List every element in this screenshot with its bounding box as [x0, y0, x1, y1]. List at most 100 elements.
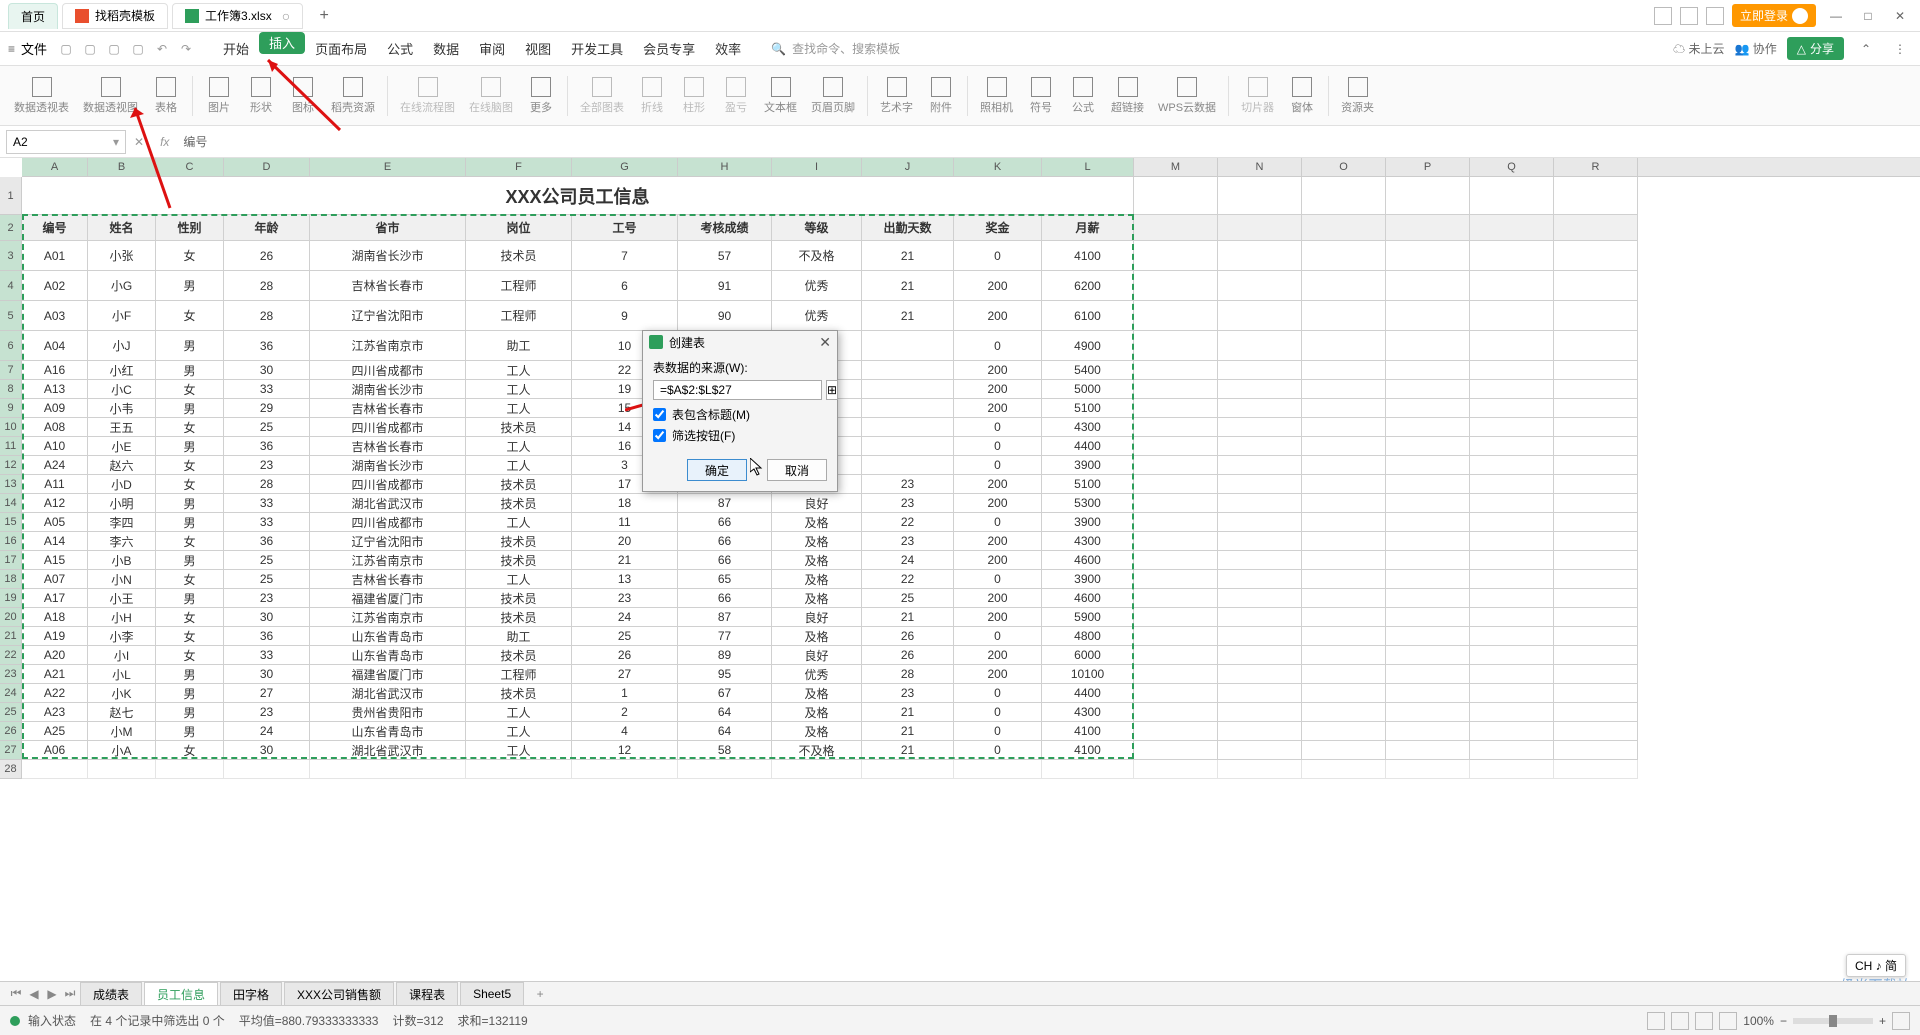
cell[interactable] [1042, 760, 1134, 779]
print-icon[interactable]: ▢ [105, 40, 123, 58]
cell[interactable] [1470, 177, 1554, 215]
col-header[interactable]: J [862, 158, 954, 176]
cell[interactable] [1218, 399, 1302, 418]
cell[interactable] [1554, 475, 1638, 494]
cell[interactable] [1386, 475, 1470, 494]
cell[interactable] [1386, 722, 1470, 741]
cell[interactable] [1554, 627, 1638, 646]
cell[interactable]: 女 [156, 301, 224, 331]
cell[interactable]: 工程师 [466, 665, 572, 684]
cell[interactable]: 27 [224, 684, 310, 703]
cell[interactable] [1218, 475, 1302, 494]
cell[interactable]: 小H [88, 608, 156, 627]
cell[interactable] [1470, 418, 1554, 437]
cell[interactable] [1218, 380, 1302, 399]
cell[interactable] [1470, 741, 1554, 760]
col-header[interactable]: P [1386, 158, 1470, 176]
cell[interactable]: 及格 [772, 703, 862, 722]
row-header[interactable]: 13 [0, 475, 22, 494]
row-header[interactable]: 11 [0, 437, 22, 456]
cell[interactable] [1134, 177, 1218, 215]
cell[interactable]: 21 [862, 703, 954, 722]
cell[interactable]: 技术员 [466, 551, 572, 570]
cell[interactable] [1386, 241, 1470, 271]
cell[interactable]: 小A [88, 741, 156, 760]
cell[interactable]: 200 [954, 271, 1042, 301]
cell[interactable] [1134, 437, 1218, 456]
cell[interactable]: 200 [954, 532, 1042, 551]
cell[interactable]: 技术员 [466, 494, 572, 513]
cell[interactable] [1134, 551, 1218, 570]
cell[interactable]: 30 [224, 608, 310, 627]
ribbon-图标[interactable]: 图标 [283, 70, 323, 122]
undo-icon[interactable]: ↶ [153, 40, 171, 58]
cell[interactable] [1386, 589, 1470, 608]
cell[interactable] [862, 331, 954, 361]
cell[interactable]: 6200 [1042, 271, 1134, 301]
cell[interactable]: 及格 [772, 627, 862, 646]
sheet-tab[interactable]: XXX公司销售额 [284, 982, 394, 1006]
cell[interactable]: 不及格 [772, 741, 862, 760]
cell[interactable]: 技术员 [466, 589, 572, 608]
cell[interactable]: 2 [572, 703, 678, 722]
cell[interactable]: 0 [954, 241, 1042, 271]
cell[interactable]: 湖南省长沙市 [310, 380, 466, 399]
cell[interactable]: 23 [862, 532, 954, 551]
cell[interactable]: 女 [156, 532, 224, 551]
row-header[interactable]: 18 [0, 570, 22, 589]
cell[interactable]: A13 [22, 380, 88, 399]
cell[interactable] [1134, 608, 1218, 627]
cell[interactable]: 良好 [772, 494, 862, 513]
cell[interactable] [1386, 215, 1470, 241]
cell[interactable] [1302, 241, 1386, 271]
cell[interactable]: 200 [954, 608, 1042, 627]
cell[interactable]: 9 [572, 301, 678, 331]
cell[interactable] [1218, 741, 1302, 760]
cell[interactable] [1470, 215, 1554, 241]
cell[interactable] [1386, 570, 1470, 589]
cell[interactable]: 吉林省长春市 [310, 399, 466, 418]
cell[interactable]: 湖北省武汉市 [310, 494, 466, 513]
cell[interactable]: A19 [22, 627, 88, 646]
cell[interactable] [1218, 646, 1302, 665]
cell[interactable]: 工人 [466, 437, 572, 456]
cell[interactable] [678, 760, 772, 779]
cell[interactable] [1386, 494, 1470, 513]
cell[interactable]: A09 [22, 399, 88, 418]
cell[interactable]: 小K [88, 684, 156, 703]
cell[interactable] [1554, 241, 1638, 271]
cell[interactable]: 4800 [1042, 627, 1134, 646]
row-header[interactable]: 24 [0, 684, 22, 703]
cell[interactable]: 58 [678, 741, 772, 760]
cell[interactable]: 技术员 [466, 418, 572, 437]
cell[interactable] [1554, 215, 1638, 241]
cell[interactable]: 福建省厦门市 [310, 665, 466, 684]
cell[interactable] [1134, 301, 1218, 331]
cell[interactable] [1134, 456, 1218, 475]
col-header[interactable]: O [1302, 158, 1386, 176]
zoom-slider[interactable] [1793, 1018, 1873, 1024]
cell[interactable]: 福建省厦门市 [310, 589, 466, 608]
add-sheet-icon[interactable]: + [530, 984, 550, 1004]
cell[interactable] [1302, 271, 1386, 301]
cell[interactable] [1470, 475, 1554, 494]
search-box[interactable]: 🔍 查找命令、搜索模板 [771, 40, 900, 57]
row-header[interactable]: 10 [0, 418, 22, 437]
cell[interactable]: 编号 [22, 215, 88, 241]
row-header[interactable]: 5 [0, 301, 22, 331]
new-tab-button[interactable]: + [313, 5, 335, 27]
cell[interactable]: A04 [22, 331, 88, 361]
cell[interactable] [1134, 361, 1218, 380]
cell[interactable]: 90 [678, 301, 772, 331]
cell[interactable] [1134, 684, 1218, 703]
cell[interactable] [1134, 532, 1218, 551]
col-header[interactable]: A [22, 158, 88, 176]
cell[interactable] [1470, 532, 1554, 551]
cell[interactable]: 24 [572, 608, 678, 627]
cell[interactable]: 小韦 [88, 399, 156, 418]
range-picker-icon[interactable]: ⊞ [826, 380, 838, 400]
cell[interactable]: 工人 [466, 703, 572, 722]
cell[interactable] [1134, 646, 1218, 665]
cell[interactable]: A05 [22, 513, 88, 532]
cell[interactable] [1218, 532, 1302, 551]
